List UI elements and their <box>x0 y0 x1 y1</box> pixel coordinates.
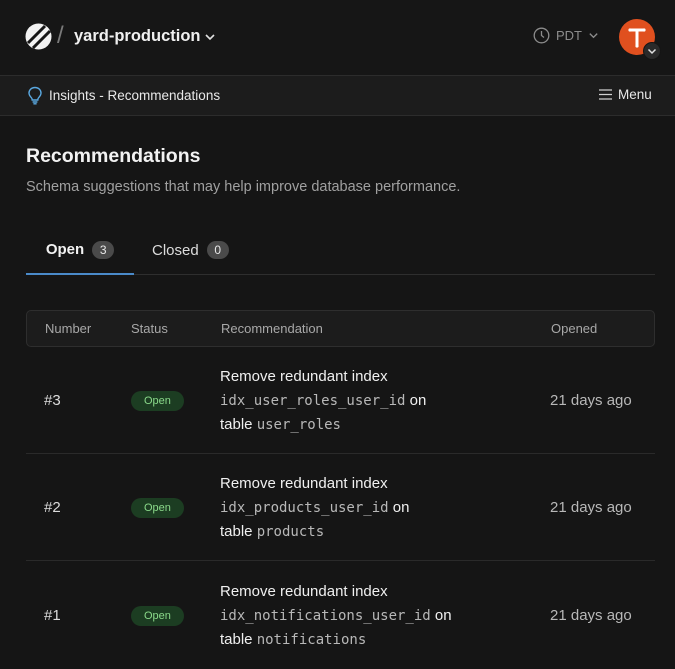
recommendation-text[interactable]: Remove redundant index idx_user_roles_us… <box>220 365 520 438</box>
on-word: on <box>409 391 427 409</box>
path-separator: / <box>57 22 64 49</box>
clock-icon <box>533 27 550 44</box>
chevron-down-icon <box>589 33 598 39</box>
column-header-number[interactable]: Number <box>45 321 91 336</box>
table-word: table <box>220 416 253 433</box>
database-selector[interactable]: yard-production <box>74 27 201 46</box>
recommendation-title: Remove redundant index <box>220 368 388 385</box>
breadcrumb[interactable]: Insights - Recommendations <box>49 88 220 103</box>
timezone-label: PDT <box>556 28 582 43</box>
breadcrumb-bar: Insights - Recommendations Menu <box>0 76 675 116</box>
index-name: idx_user_roles_user_id <box>220 392 406 409</box>
column-header-opened[interactable]: Opened <box>551 321 597 336</box>
opened-time: 21 days ago <box>550 392 632 409</box>
menu-button[interactable]: Menu <box>599 87 652 102</box>
recommendation-number: #2 <box>44 499 61 516</box>
page-subtitle: Schema suggestions that may help improve… <box>26 179 461 195</box>
index-name: idx_notifications_user_id <box>220 607 431 624</box>
column-header-status[interactable]: Status <box>131 321 168 336</box>
recommendation-text[interactable]: Remove redundant index idx_products_user… <box>220 472 520 545</box>
table-row[interactable]: #3 Open Remove redundant index idx_user_… <box>26 347 655 454</box>
table-header: Number Status Recommendation Opened <box>26 310 655 347</box>
planetscale-logo-icon[interactable] <box>25 23 52 50</box>
opened-time: 21 days ago <box>550 607 632 624</box>
tab-closed[interactable]: Closed 0 <box>152 226 229 274</box>
status-badge: Open <box>131 498 184 518</box>
table-word: table <box>220 523 253 540</box>
tab-closed-label: Closed <box>152 241 199 259</box>
recommendation-number: #3 <box>44 392 61 409</box>
tab-closed-count: 0 <box>206 241 229 259</box>
index-name: idx_products_user_id <box>220 499 389 516</box>
opened-time: 21 days ago <box>550 499 632 516</box>
table-row[interactable]: #2 Open Remove redundant index idx_produ… <box>26 454 655 561</box>
recommendation-number: #1 <box>44 607 61 624</box>
on-word: on <box>434 606 452 624</box>
table-word: table <box>220 631 253 648</box>
column-header-recommendation[interactable]: Recommendation <box>221 321 323 336</box>
lightbulb-icon <box>28 86 42 105</box>
chevron-down-icon[interactable] <box>204 31 216 43</box>
recommendation-title: Remove redundant index <box>220 475 388 492</box>
tab-open[interactable]: Open 3 <box>26 226 134 275</box>
table-name: products <box>256 524 325 540</box>
hamburger-icon <box>599 89 612 100</box>
table-row[interactable]: #1 Open Remove redundant index idx_notif… <box>26 561 655 668</box>
timezone-selector[interactable]: PDT <box>533 27 599 44</box>
status-tabs: Open 3 Closed 0 <box>26 226 655 275</box>
account-menu-chevron-icon[interactable] <box>643 42 661 60</box>
table-name: user_roles <box>256 417 341 433</box>
table-name: notifications <box>256 632 367 648</box>
menu-label: Menu <box>618 87 652 102</box>
recommendation-text[interactable]: Remove redundant index idx_notifications… <box>220 580 520 653</box>
page-title: Recommendations <box>26 145 201 167</box>
status-badge: Open <box>131 606 184 626</box>
status-badge: Open <box>131 391 184 411</box>
on-word: on <box>392 498 410 516</box>
tab-open-count: 3 <box>92 240 115 259</box>
recommendation-title: Remove redundant index <box>220 583 388 600</box>
tab-open-label: Open <box>45 241 85 258</box>
top-bar: / yard-production PDT <box>0 0 675 76</box>
